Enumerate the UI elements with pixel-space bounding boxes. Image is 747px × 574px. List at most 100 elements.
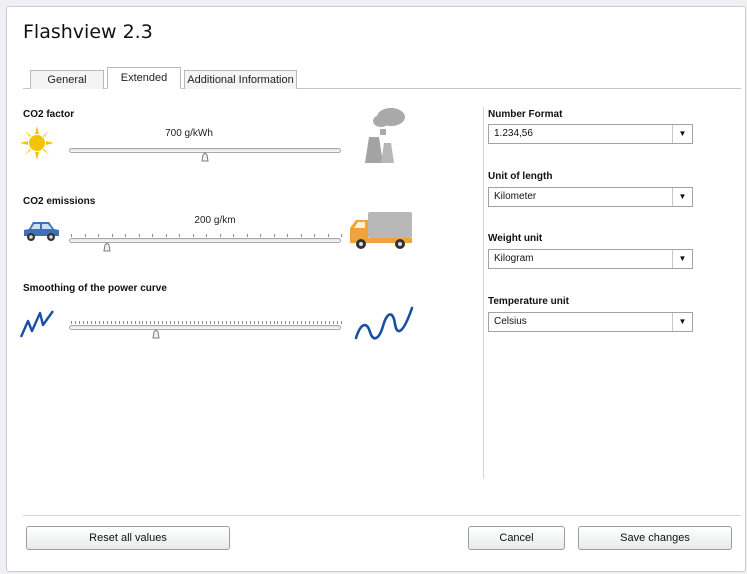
- slider-tick: [217, 321, 219, 324]
- slider-tick: [246, 234, 248, 237]
- slider-tick: [134, 321, 136, 324]
- slider-tick: [287, 234, 288, 237]
- slider-tick: [300, 234, 302, 237]
- slider-tick: [269, 321, 271, 324]
- slider-tick: [309, 321, 311, 324]
- chevron-down-icon[interactable]: ▼: [672, 188, 692, 206]
- slider-tick: [125, 234, 126, 237]
- reset-all-values-button[interactable]: Reset all values: [26, 526, 230, 550]
- tab-general[interactable]: General: [30, 70, 104, 89]
- vertical-divider: [483, 107, 484, 479]
- slider-tick: [265, 321, 267, 324]
- slider-tick: [130, 321, 132, 324]
- slider-tick: [233, 234, 234, 237]
- slider-tick: [102, 321, 104, 324]
- slider-tick: [273, 234, 275, 237]
- slider-tick: [71, 234, 72, 237]
- slider-tick: [122, 321, 124, 324]
- slider-tick: [301, 321, 303, 324]
- cancel-button[interactable]: Cancel: [468, 526, 565, 550]
- co2-emissions-slider-thumb[interactable]: [102, 242, 112, 252]
- slider-tick: [249, 321, 251, 324]
- temperature-unit-value: Celsius: [494, 316, 527, 327]
- slider-tick: [233, 321, 235, 324]
- tab-bar: General Extended Additional Information: [23, 65, 741, 89]
- smooth-curve-icon: [353, 304, 415, 344]
- slider-tick: [150, 321, 152, 324]
- tab-additional-information[interactable]: Additional Information: [184, 70, 297, 89]
- slider-tick: [260, 234, 261, 237]
- power-plant-icon: [361, 105, 409, 163]
- co2-factor-label: CO2 factor: [23, 109, 75, 120]
- chevron-down-icon[interactable]: ▼: [672, 313, 692, 331]
- slider-tick: [341, 234, 342, 237]
- slider-tick: [78, 321, 80, 324]
- slider-tick: [158, 321, 160, 324]
- slider-tick: [237, 321, 239, 324]
- slider-tick: [206, 234, 207, 237]
- slider-tick: [314, 234, 315, 237]
- slider-tick: [82, 321, 84, 324]
- unit-of-length-label: Unit of length: [488, 171, 553, 182]
- slider-tick: [138, 321, 140, 324]
- slider-tick: [110, 321, 112, 324]
- sun-icon: [19, 125, 55, 161]
- slider-tick: [182, 321, 184, 324]
- tab-extended[interactable]: Extended: [107, 67, 181, 89]
- slider-tick: [202, 321, 204, 324]
- slider-tick: [111, 234, 113, 237]
- slider-tick: [166, 321, 168, 324]
- unit-of-length-select[interactable]: Kilometer ▼: [488, 187, 693, 207]
- slider-tick: [142, 321, 144, 324]
- slider-tick: [281, 321, 283, 324]
- co2-factor-slider-thumb[interactable]: [200, 152, 210, 162]
- window-title: Flashview 2.3: [23, 21, 153, 43]
- smoothing-slider-track[interactable]: [69, 325, 341, 330]
- number-format-label: Number Format: [488, 109, 563, 120]
- chevron-down-icon[interactable]: ▼: [672, 250, 692, 268]
- slider-tick: [209, 321, 211, 324]
- slider-tick: [186, 321, 188, 324]
- slider-tick: [114, 321, 116, 324]
- co2-emissions-label: CO2 emissions: [23, 196, 96, 207]
- jagged-curve-icon: [19, 307, 55, 343]
- slider-tick: [192, 234, 194, 237]
- slider-tick: [165, 234, 167, 237]
- slider-tick: [71, 321, 72, 324]
- slider-tick: [178, 321, 180, 324]
- slider-tick: [146, 321, 148, 324]
- slider-tick: [289, 321, 291, 324]
- slider-tick: [162, 321, 164, 324]
- slider-tick: [98, 321, 100, 324]
- slider-tick: [297, 321, 299, 324]
- slider-tick: [253, 321, 255, 324]
- smoothing-slider-thumb[interactable]: [151, 329, 161, 339]
- chevron-down-icon[interactable]: ▼: [672, 125, 692, 143]
- slider-tick: [273, 321, 275, 324]
- co2-emissions-value: 200 g/km: [194, 215, 236, 226]
- slider-tick: [179, 234, 180, 237]
- slider-tick: [198, 321, 200, 324]
- number-format-select[interactable]: 1.234,56 ▼: [488, 124, 693, 144]
- truck-icon: [348, 210, 414, 250]
- save-changes-button[interactable]: Save changes: [578, 526, 732, 550]
- temperature-unit-select[interactable]: Celsius ▼: [488, 312, 693, 332]
- slider-tick: [86, 321, 88, 324]
- slider-tick: [327, 234, 329, 237]
- slider-tick: [170, 321, 172, 324]
- number-format-value: 1.234,56: [494, 128, 533, 139]
- slider-tick: [90, 321, 92, 324]
- slider-tick: [329, 321, 331, 324]
- slider-tick: [94, 321, 96, 324]
- slider-tick: [98, 234, 99, 237]
- slider-tick: [325, 321, 327, 324]
- settings-dialog: Flashview 2.3 General Extended Additiona…: [6, 6, 746, 572]
- smoothing-label: Smoothing of the power curve: [23, 283, 167, 294]
- weight-unit-select[interactable]: Kilogram ▼: [488, 249, 693, 269]
- slider-tick: [333, 321, 335, 324]
- slider-tick: [313, 321, 315, 324]
- slider-tick: [118, 321, 120, 324]
- weight-unit-label: Weight unit: [488, 233, 543, 244]
- slider-tick: [219, 234, 221, 237]
- slider-tick: [152, 234, 153, 237]
